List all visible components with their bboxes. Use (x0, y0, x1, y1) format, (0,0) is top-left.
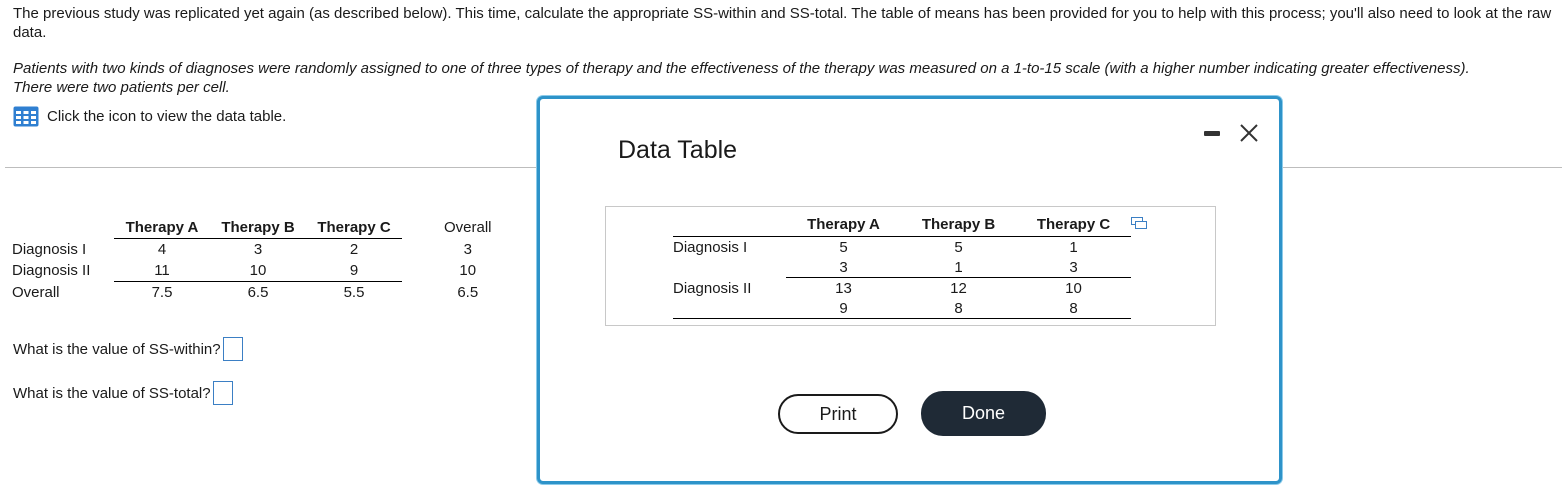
raw-header-row: Therapy A Therapy B Therapy C (673, 212, 1131, 237)
row-label: Overall (12, 283, 60, 301)
means-header: Therapy B (210, 217, 306, 239)
question-ss-total: What is the value of SS-total? (13, 381, 233, 405)
raw-data-table: Therapy A Therapy B Therapy C Diagnosis … (673, 212, 1131, 319)
ss-within-label: What is the value of SS-within? (13, 340, 221, 358)
view-data-table-link[interactable]: Click the icon to view the data table. (13, 105, 286, 127)
raw-data-panel: Therapy A Therapy B Therapy C Diagnosis … (605, 206, 1216, 326)
mean-cell: 9 (306, 260, 402, 282)
mean-cell: 2 (349, 241, 359, 258)
means-row: Overall 7.5 6.5 5.5 6.5 (10, 282, 496, 304)
raw-cell: 8 (901, 298, 1016, 319)
raw-cell: 1 (901, 257, 1016, 278)
raw-row: Diagnosis I 5 5 1 (673, 237, 1131, 258)
overall-cell: 10 (459, 262, 477, 280)
view-data-table-text: Click the icon to view the data table. (47, 107, 287, 125)
data-table-dialog: Data Table Therapy A Therapy B Therapy C… (537, 96, 1282, 484)
diagnosis-label: Diagnosis II (673, 277, 786, 319)
mean-cell: 7.5 (151, 284, 173, 301)
raw-header: Therapy B (901, 212, 1016, 237)
diagnosis-label: Diagnosis I (673, 239, 748, 256)
means-table: Therapy A Therapy B Therapy C Overall Di… (10, 217, 496, 303)
ss-within-input[interactable] (222, 337, 243, 361)
row-label: Diagnosis I (12, 240, 87, 258)
means-row: Diagnosis I 4 3 2 3 (10, 239, 496, 261)
mean-cell: 5.5 (343, 284, 365, 301)
mean-cell: 6.5 (247, 284, 269, 301)
means-row: Diagnosis II 11 10 9 10 (10, 260, 496, 282)
minimize-icon[interactable] (1204, 131, 1220, 136)
means-header-overall: Overall (444, 218, 492, 236)
raw-cell: 9 (786, 298, 901, 319)
overall-cell: 6.5 (457, 283, 479, 301)
raw-cell: 3 (1016, 257, 1131, 278)
raw-cell: 3 (786, 257, 901, 278)
row-label: Diagnosis II (12, 262, 91, 280)
mean-cell: 11 (114, 260, 210, 282)
raw-header: Therapy A (786, 212, 901, 237)
raw-cell: 5 (839, 238, 848, 256)
raw-row: Diagnosis II 13 12 10 (673, 277, 1131, 319)
problem-scenario: Patients with two kinds of diagnoses wer… (13, 60, 1470, 96)
close-icon[interactable] (1238, 122, 1260, 144)
print-button[interactable]: Print (778, 394, 898, 434)
ss-total-label: What is the value of SS-total? (13, 384, 211, 402)
table-grid-icon[interactable] (13, 106, 39, 127)
done-button[interactable]: Done (921, 391, 1046, 436)
mean-cell: 3 (253, 241, 263, 258)
means-header-row: Therapy A Therapy B Therapy C Overall (10, 217, 496, 239)
raw-cell: 5 (954, 238, 963, 256)
means-header: Therapy A (114, 217, 210, 239)
means-header: Therapy C (306, 217, 402, 239)
raw-cell: 1 (1069, 238, 1078, 256)
raw-header: Therapy C (1016, 212, 1131, 237)
ss-total-input[interactable] (212, 381, 233, 405)
raw-cell: 12 (950, 279, 967, 297)
raw-cell: 13 (835, 279, 852, 297)
mean-cell: 4 (157, 241, 167, 258)
raw-cell: 10 (1065, 279, 1082, 297)
overall-cell: 3 (463, 240, 472, 258)
mean-cell: 10 (210, 260, 306, 282)
popout-icon[interactable] (1131, 217, 1147, 229)
dialog-title: Data Table (618, 136, 738, 164)
question-ss-within: What is the value of SS-within? (13, 337, 243, 361)
problem-intro: The previous study was replicated yet ag… (13, 5, 1552, 41)
raw-cell: 8 (1016, 298, 1131, 319)
